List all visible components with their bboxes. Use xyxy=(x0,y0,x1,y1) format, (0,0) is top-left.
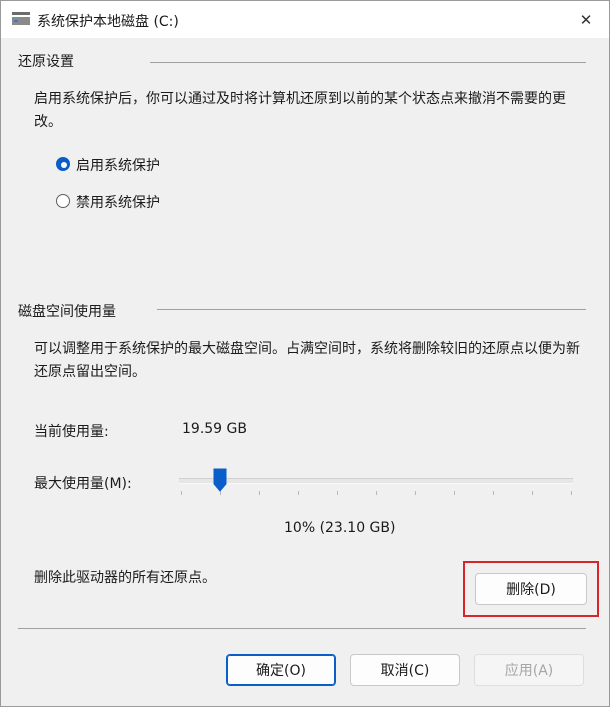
restore-settings-description: 启用系统保护后，你可以通过及时将计算机还原到以前的某个状态点来撤消不需要的更改。 xyxy=(34,91,566,130)
max-usage-slider[interactable] xyxy=(179,478,573,484)
slider-thumb[interactable] xyxy=(213,468,227,492)
current-usage-value: 19.59 GB xyxy=(182,421,247,437)
footer-divider xyxy=(18,628,586,629)
radio-enable-label: 启用系统保护 xyxy=(76,158,160,174)
cancel-button[interactable]: 取消(C) xyxy=(350,654,460,686)
radio-selected-icon xyxy=(56,157,70,171)
slider-tick xyxy=(415,491,416,495)
slider-tick xyxy=(532,491,533,495)
slider-readout: 10% (23.10 GB) xyxy=(284,520,396,536)
restore-settings-label: 还原设置 xyxy=(18,54,74,70)
current-usage-label: 当前使用量: xyxy=(34,424,109,440)
slider-tick xyxy=(571,491,572,495)
slider-tick xyxy=(493,491,494,495)
disk-usage-description: 可以调整用于系统保护的最大磁盘空间。占满空间时，系统将删除较旧的还原点以便为新还… xyxy=(34,341,580,380)
delete-points-text: 删除此驱动器的所有还原点。 xyxy=(34,570,216,586)
title-bar: 系统保护本地磁盘 (C:) ✕ xyxy=(1,1,609,38)
slider-tick xyxy=(454,491,455,495)
radio-unselected-icon xyxy=(56,194,70,208)
slider-tick xyxy=(259,491,260,495)
system-protection-dialog: 系统保护本地磁盘 (C:) ✕ 还原设置 启用系统保护后，你可以通过及时将计算机… xyxy=(0,0,610,707)
radio-disable-label: 禁用系统保护 xyxy=(76,195,160,211)
close-icon: ✕ xyxy=(579,10,593,29)
slider-tick xyxy=(298,491,299,495)
restore-settings-divider xyxy=(150,62,586,63)
slider-tick xyxy=(376,491,377,495)
apply-button[interactable]: 应用(A) xyxy=(474,654,584,686)
drive-icon xyxy=(12,12,30,25)
slider-tick xyxy=(181,491,182,495)
max-usage-label: 最大使用量(M): xyxy=(34,476,132,492)
delete-button[interactable]: 删除(D) xyxy=(475,573,587,605)
close-button[interactable]: ✕ xyxy=(563,1,609,38)
slider-tick xyxy=(337,491,338,495)
ok-button[interactable]: 确定(O) xyxy=(226,654,336,686)
disk-usage-divider xyxy=(157,309,586,310)
window-title: 系统保护本地磁盘 (C:) xyxy=(37,14,179,30)
disk-usage-label: 磁盘空间使用量 xyxy=(18,304,116,320)
